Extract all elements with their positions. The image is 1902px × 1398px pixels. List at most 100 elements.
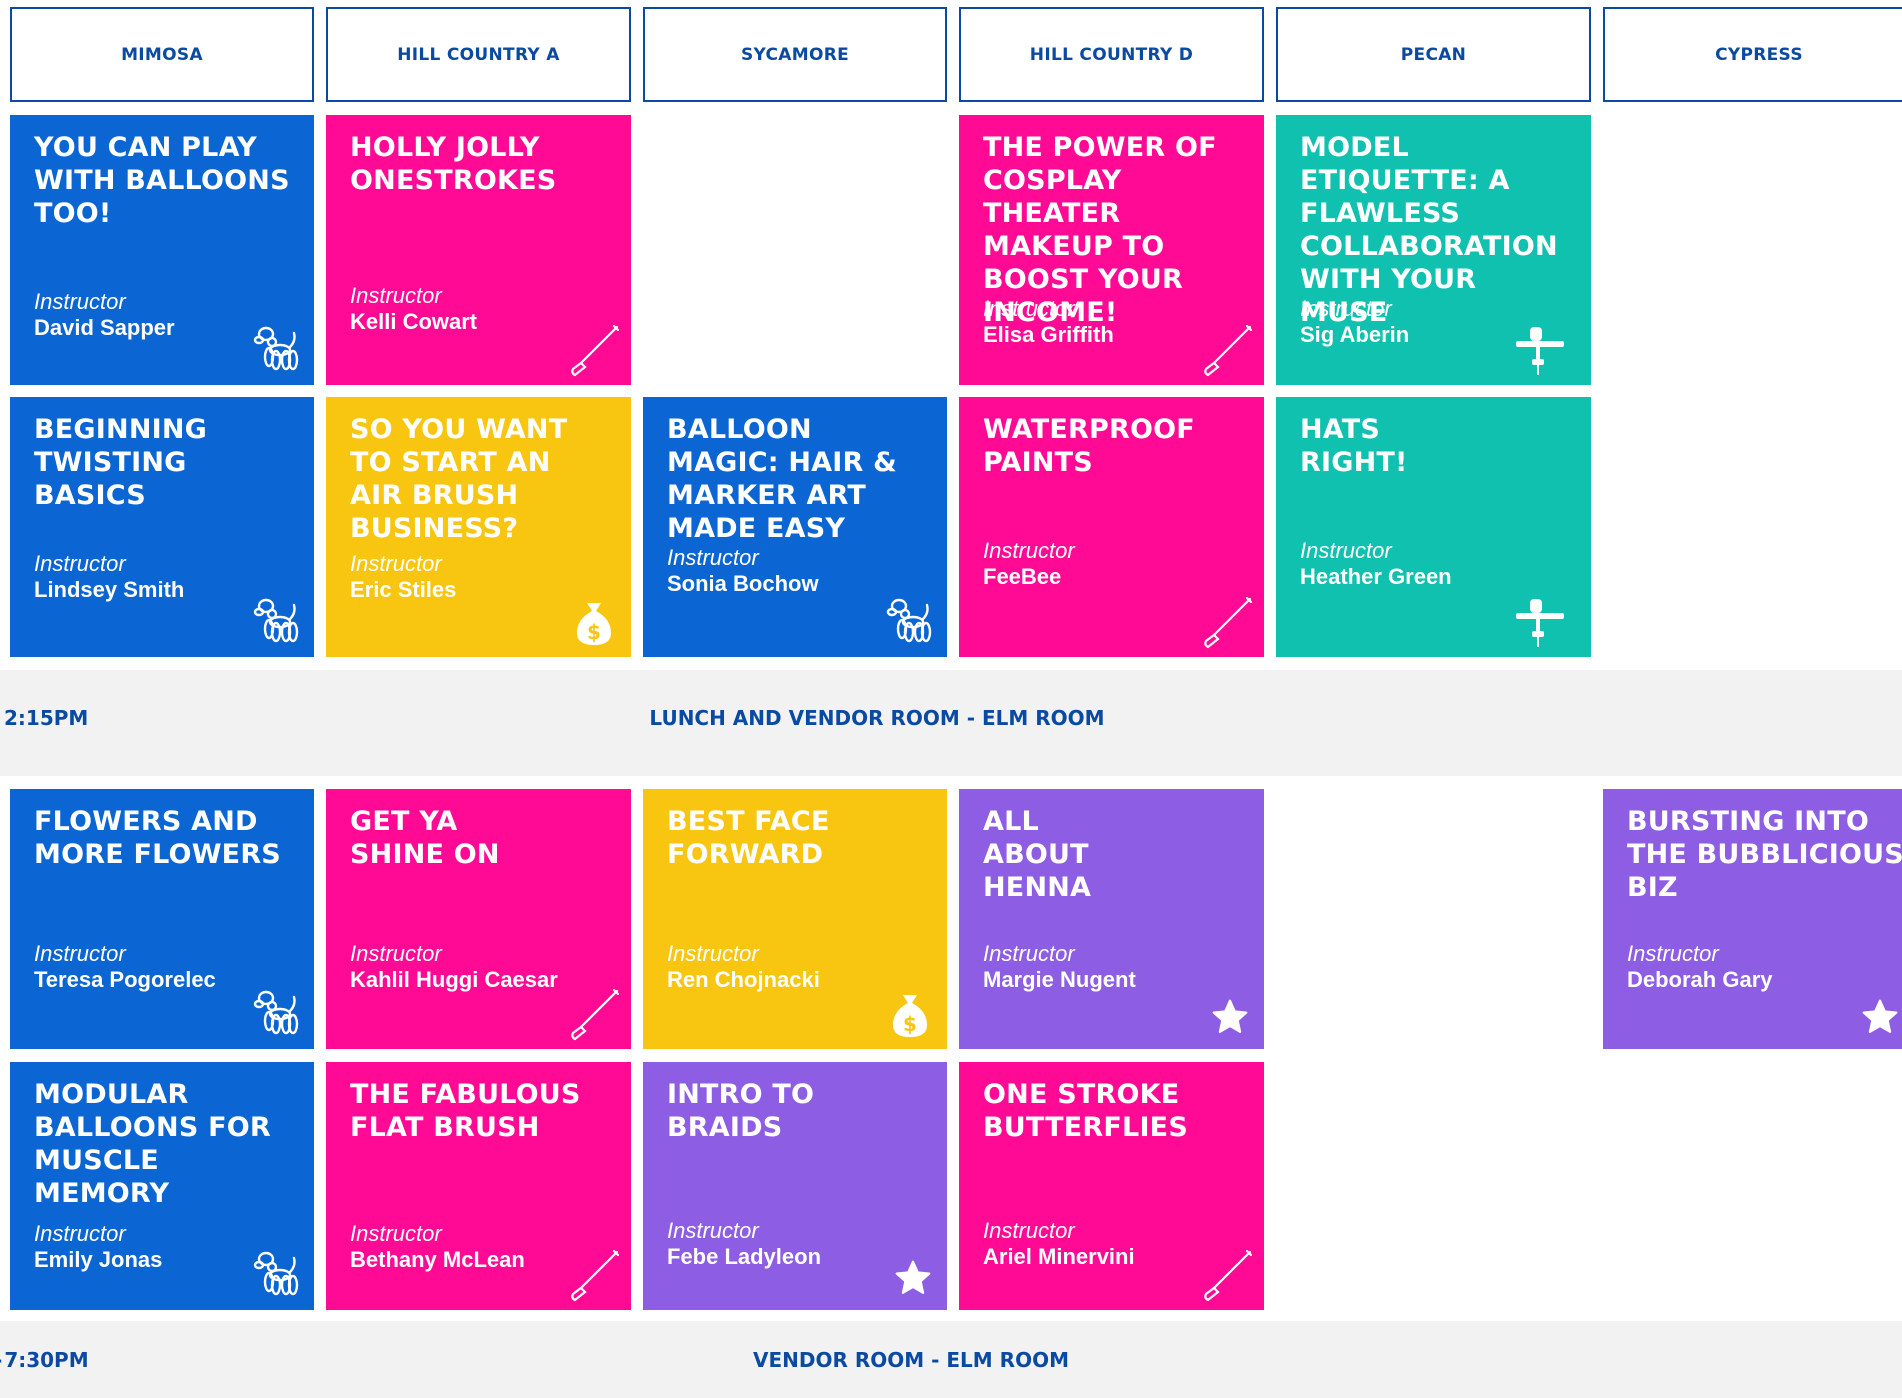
session-card[interactable]: HOLLY JOLLY ONESTROKES Instructor Kelli … — [326, 115, 631, 385]
instructor-label: Instructor — [1300, 538, 1392, 563]
session-card[interactable]: ALL ABOUT HENNA Instructor Margie Nugent — [959, 789, 1264, 1049]
session-card[interactable]: ONE STROKE BUTTERFLIES Instructor Ariel … — [959, 1062, 1264, 1310]
instructor-label: Instructor — [34, 1221, 126, 1246]
instructor-name: Lindsey Smith — [34, 577, 185, 602]
paintbrush-icon — [567, 987, 621, 1041]
instructor-label: Instructor — [983, 538, 1075, 563]
session-title: BURSTING INTO THE BUBBLICIOUS BIZ — [1627, 806, 1902, 903]
instructor-label: Instructor — [983, 296, 1075, 321]
instructor-name: Ren Chojnacki — [667, 967, 820, 992]
room-name: PECAN — [1400, 44, 1467, 65]
instructor-label: Instructor — [350, 941, 442, 966]
instructor-label: Instructor — [34, 941, 126, 966]
session-title: HOLLY JOLLY ONESTROKES — [350, 132, 557, 196]
instructor-name: Emily Jonas — [34, 1247, 163, 1272]
session-card[interactable]: MODEL ETIQUETTE: A FLAWLESS COLLABORATIO… — [1276, 115, 1591, 385]
session-title: BEGINNING TWISTING BASICS — [34, 414, 208, 511]
instructor-name: Margie Nugent — [983, 967, 1136, 992]
instructor-label: Instructor — [350, 1221, 442, 1246]
instructor-name: David Sapper — [34, 315, 175, 340]
instructor-label: Instructor — [983, 941, 1075, 966]
session-card[interactable]: YOU CAN PLAY WITH BALLOONS TOO! Instruct… — [10, 115, 314, 385]
balloon-dog-icon — [883, 595, 937, 649]
instructor-label: Instructor — [667, 941, 759, 966]
room-header-hill-country-a: HILL COUNTRY A — [326, 7, 631, 102]
airbrush-icon — [1513, 323, 1567, 377]
instructor-name: Heather Green — [1300, 564, 1452, 589]
instructor-label: Instructor — [1627, 941, 1719, 966]
money-bag-icon — [567, 595, 621, 649]
instructor-name: Eric Stiles — [350, 577, 457, 602]
session-card[interactable]: INTRO TO BRAIDS Instructor Febe Ladyleon — [643, 1062, 947, 1310]
break-label: LUNCH AND VENDOR ROOM - ELM ROOM — [649, 706, 1105, 730]
instructor-name: Bethany McLean — [350, 1247, 525, 1272]
paintbrush-icon — [1200, 323, 1254, 377]
session-card[interactable]: SO YOU WANT TO START AN AIR BRUSH BUSINE… — [326, 397, 631, 657]
balloon-dog-icon — [250, 1248, 304, 1302]
paintbrush-icon — [567, 1248, 621, 1302]
instructor-name: Sig Aberin — [1300, 322, 1410, 347]
session-card[interactable]: THE FABULOUS FLAT BRUSH Instructor Betha… — [326, 1062, 631, 1310]
session-card[interactable]: WATERPROOF PAINTS Instructor FeeBee — [959, 397, 1264, 657]
room-header-mimosa: MIMOSA — [10, 7, 314, 102]
room-header-hill-country-d: HILL COUNTRY D — [959, 7, 1264, 102]
session-title: YOU CAN PLAY WITH BALLOONS TOO! — [34, 132, 290, 229]
paintbrush-icon — [1200, 595, 1254, 649]
instructor-label: Instructor — [350, 551, 442, 576]
session-card[interactable]: HATS RIGHT! Instructor Heather Green — [1276, 397, 1591, 657]
session-title: BALLOON MAGIC: HAIR & MARKER ART MADE EA… — [667, 414, 897, 544]
room-header-cypress: CYPRESS — [1603, 7, 1902, 102]
session-title: MODULAR BALLOONS FOR MUSCLE MEMORY — [34, 1079, 271, 1209]
room-name: SYCAMORE — [740, 44, 850, 65]
session-card[interactable]: GET YA SHINE ON Instructor Kahlil Huggi … — [326, 789, 631, 1049]
star-icon — [893, 1258, 933, 1298]
session-title: THE FABULOUS FLAT BRUSH — [350, 1079, 581, 1143]
room-name: CYPRESS — [1715, 44, 1803, 65]
session-title: INTRO TO BRAIDS — [667, 1079, 815, 1143]
instructor-name: Kelli Cowart — [350, 309, 478, 334]
session-card[interactable]: THE POWER OF COSPLAY THEATER MAKEUP TO B… — [959, 115, 1264, 385]
room-header-sycamore: SYCAMORE — [643, 7, 947, 102]
instructor-name: Sonia Bochow — [667, 571, 819, 596]
instructor-name: Teresa Pogorelec — [34, 967, 216, 992]
schedule-break-band: 2:15PM LUNCH AND VENDOR ROOM - ELM ROOM — [0, 670, 1902, 776]
instructor-label: Instructor — [350, 283, 442, 308]
instructor-label: Instructor — [34, 289, 126, 314]
balloon-dog-icon — [250, 595, 304, 649]
session-title: FLOWERS AND MORE FLOWERS — [34, 806, 281, 870]
money-bag-icon — [883, 987, 937, 1041]
airbrush-icon — [1513, 595, 1567, 649]
session-card[interactable]: FLOWERS AND MORE FLOWERS Instructor Tere… — [10, 789, 314, 1049]
instructor-name: Kahlil Huggi Caesar — [350, 967, 558, 992]
instructor-label: Instructor — [983, 1218, 1075, 1243]
session-card[interactable]: BEST FACE FORWARD Instructor Ren Chojnac… — [643, 789, 947, 1049]
session-title: BEST FACE FORWARD — [667, 806, 830, 870]
session-title: ONE STROKE BUTTERFLIES — [983, 1079, 1188, 1143]
balloon-dog-icon — [250, 323, 304, 377]
instructor-name: Febe Ladyleon — [667, 1244, 822, 1269]
session-title: ALL ABOUT HENNA — [983, 806, 1092, 903]
paintbrush-icon — [1200, 1248, 1254, 1302]
session-title: SO YOU WANT TO START AN AIR BRUSH BUSINE… — [350, 414, 568, 544]
instructor-label: Instructor — [1300, 296, 1392, 321]
star-icon — [1860, 997, 1900, 1037]
session-title: WATERPROOF PAINTS — [983, 414, 1195, 478]
room-name: HILL COUNTRY A — [397, 44, 560, 65]
instructor-label: Instructor — [34, 551, 126, 576]
room-name: HILL COUNTRY D — [1029, 44, 1194, 65]
room-name: MIMOSA — [121, 44, 203, 65]
session-card[interactable]: BEGINNING TWISTING BASICS Instructor Lin… — [10, 397, 314, 657]
instructor-name: FeeBee — [983, 564, 1062, 589]
instructor-name: Ariel Minervini — [983, 1244, 1135, 1269]
instructor-name: Elisa Griffith — [983, 322, 1114, 347]
session-title: HATS RIGHT! — [1300, 414, 1408, 478]
session-card[interactable]: MODULAR BALLOONS FOR MUSCLE MEMORY Instr… — [10, 1062, 314, 1310]
session-title: GET YA SHINE ON — [350, 806, 500, 870]
instructor-name: Deborah Gary — [1627, 967, 1773, 992]
instructor-label: Instructor — [667, 545, 759, 570]
instructor-label: Instructor — [667, 1218, 759, 1243]
room-header-pecan: PECAN — [1276, 7, 1591, 102]
session-card[interactable]: BALLOON MAGIC: HAIR & MARKER ART MADE EA… — [643, 397, 947, 657]
session-card[interactable]: BURSTING INTO THE BUBBLICIOUS BIZ Instru… — [1603, 789, 1902, 1049]
break-label: VENDOR ROOM - ELM ROOM — [753, 1348, 1069, 1372]
